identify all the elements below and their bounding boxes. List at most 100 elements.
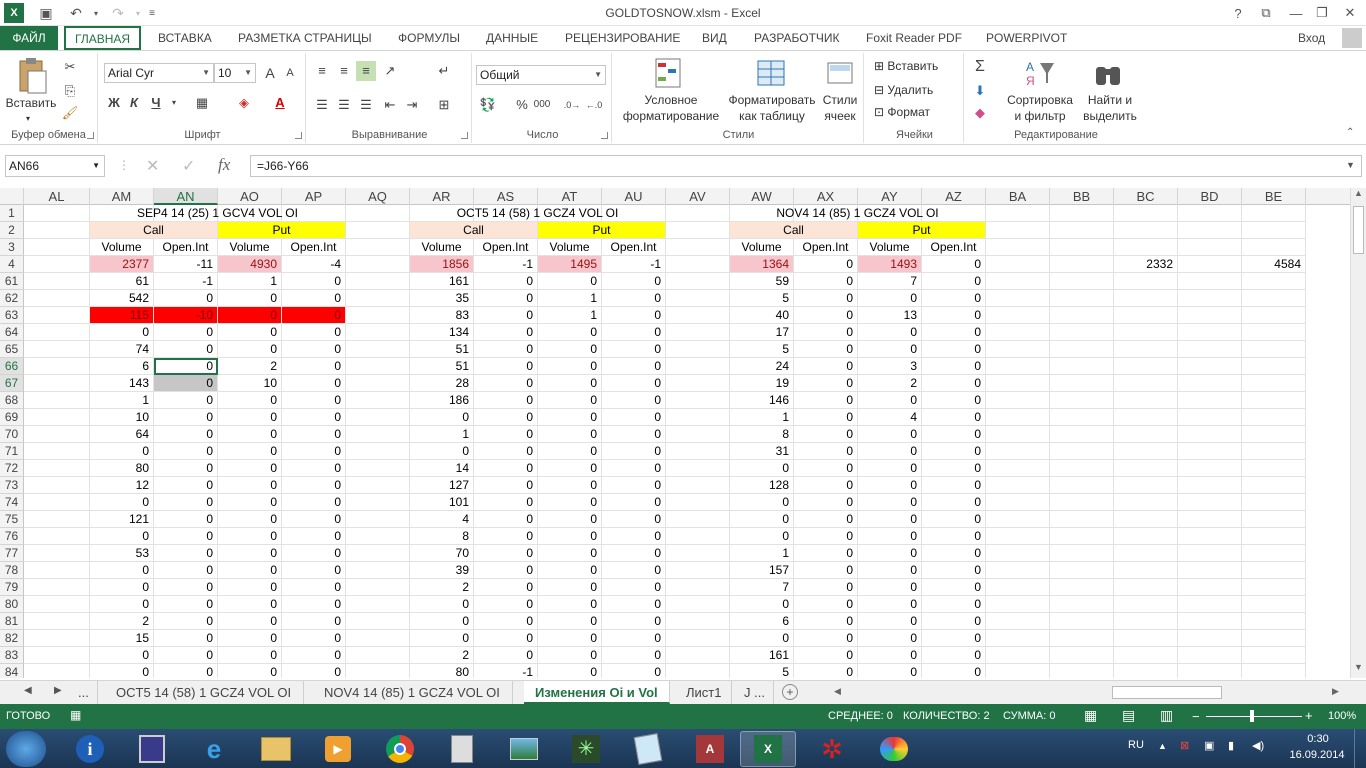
cell[interactable] — [1114, 392, 1178, 409]
row-header[interactable]: 66 — [0, 358, 24, 375]
data-cell[interactable]: 0 — [794, 358, 858, 375]
data-cell[interactable]: 0 — [794, 460, 858, 477]
cell[interactable] — [1178, 579, 1242, 596]
cell[interactable] — [986, 409, 1050, 426]
column-subheader[interactable]: Open.Int — [794, 239, 858, 256]
data-cell[interactable]: 0 — [922, 613, 986, 630]
cell[interactable] — [1242, 239, 1306, 256]
data-cell[interactable]: 0 — [602, 375, 666, 392]
cell[interactable] — [24, 545, 90, 562]
data-cell[interactable]: 121 — [90, 511, 154, 528]
data-cell[interactable]: 0 — [858, 545, 922, 562]
data-cell[interactable]: 0 — [794, 290, 858, 307]
data-cell[interactable]: 542 — [90, 290, 154, 307]
data-cell[interactable]: 0 — [218, 443, 282, 460]
data-cell[interactable]: 0 — [922, 341, 986, 358]
data-cell[interactable]: 0 — [538, 664, 602, 678]
data-cell[interactable]: 0 — [282, 392, 346, 409]
cell[interactable] — [24, 409, 90, 426]
data-cell[interactable]: 0 — [794, 494, 858, 511]
data-cell[interactable]: 31 — [730, 443, 794, 460]
format-cells-button[interactable]: ⊡ Формат — [874, 105, 930, 120]
sheet-tab-more-right[interactable]: J ... — [736, 681, 774, 704]
column-header-bc[interactable]: BC — [1114, 188, 1178, 205]
cell[interactable] — [1114, 273, 1178, 290]
cell[interactable] — [1178, 664, 1242, 678]
data-cell[interactable]: 0 — [538, 409, 602, 426]
cell[interactable] — [1114, 341, 1178, 358]
cell[interactable] — [666, 545, 730, 562]
active-cell[interactable]: 0 — [154, 358, 218, 375]
zoom-out-icon[interactable]: − — [1192, 709, 1200, 724]
alignment-launcher-icon[interactable] — [461, 132, 468, 139]
data-cell[interactable]: 115 — [90, 307, 154, 324]
data-cell[interactable]: 0 — [922, 494, 986, 511]
show-desktop-button[interactable] — [1354, 729, 1366, 768]
data-cell[interactable]: 6 — [730, 613, 794, 630]
minimize-icon[interactable]: — — [1284, 3, 1308, 23]
tab-developer[interactable]: РАЗРАБОТЧИК — [744, 26, 850, 50]
data-cell[interactable]: 0 — [282, 307, 346, 324]
cell[interactable] — [1050, 528, 1114, 545]
data-cell[interactable]: 0 — [282, 596, 346, 613]
data-cell[interactable]: 0 — [794, 341, 858, 358]
data-cell[interactable]: 0 — [474, 579, 538, 596]
data-cell[interactable]: 0 — [858, 647, 922, 664]
data-cell[interactable]: 0 — [474, 358, 538, 375]
cell[interactable] — [666, 494, 730, 511]
cell[interactable] — [1050, 562, 1114, 579]
data-cell[interactable]: 0 — [602, 392, 666, 409]
data-cell[interactable]: 0 — [282, 273, 346, 290]
data-cell[interactable]: 0 — [218, 664, 282, 678]
cell[interactable] — [1114, 307, 1178, 324]
data-cell[interactable]: 0 — [282, 613, 346, 630]
data-cell[interactable]: 0 — [858, 426, 922, 443]
data-cell[interactable]: 59 — [730, 273, 794, 290]
data-cell[interactable]: 0 — [154, 545, 218, 562]
data-cell[interactable]: 0 — [602, 647, 666, 664]
data-cell[interactable]: 0 — [218, 511, 282, 528]
cell[interactable] — [1050, 426, 1114, 443]
column-header-be[interactable]: BE — [1242, 188, 1306, 205]
data-cell[interactable]: 0 — [282, 477, 346, 494]
data-cell[interactable]: 0 — [282, 358, 346, 375]
cell[interactable] — [24, 596, 90, 613]
data-cell[interactable]: 0 — [794, 409, 858, 426]
data-cell[interactable]: 0 — [218, 494, 282, 511]
conditional-formatting-icon[interactable] — [654, 57, 684, 89]
data-cell[interactable]: 0 — [602, 273, 666, 290]
borders-icon[interactable]: ▦ — [192, 93, 212, 113]
data-cell[interactable]: 0 — [538, 358, 602, 375]
cell[interactable] — [346, 273, 410, 290]
total-cell[interactable]: -1 — [474, 256, 538, 273]
row-header[interactable]: 77 — [0, 545, 24, 562]
paste-icon[interactable] — [14, 57, 48, 97]
group-title[interactable]: SEP4 14 (25) 1 GCV4 VOL OI — [90, 205, 346, 222]
cell[interactable] — [346, 222, 410, 239]
format-as-table-icon[interactable] — [756, 57, 786, 89]
cell[interactable] — [24, 477, 90, 494]
data-cell[interactable]: 0 — [282, 290, 346, 307]
data-cell[interactable]: 0 — [730, 460, 794, 477]
cell[interactable] — [1178, 256, 1242, 273]
clear-icon[interactable]: ◆ — [970, 103, 990, 123]
cell[interactable] — [24, 239, 90, 256]
cell[interactable] — [1178, 307, 1242, 324]
cell[interactable] — [666, 477, 730, 494]
cell[interactable] — [986, 647, 1050, 664]
data-cell[interactable]: 0 — [922, 409, 986, 426]
data-cell[interactable]: 8 — [410, 528, 474, 545]
expand-formula-icon[interactable]: ▼ — [1346, 160, 1355, 170]
total-cell[interactable]: 4584 — [1242, 256, 1306, 273]
data-cell[interactable]: 0 — [538, 273, 602, 290]
data-cell[interactable]: -1 — [154, 273, 218, 290]
page-break-view-icon[interactable]: ▥ — [1160, 707, 1173, 724]
data-cell[interactable]: 0 — [602, 341, 666, 358]
increase-font-icon[interactable]: A — [260, 63, 280, 83]
cell[interactable] — [24, 494, 90, 511]
row-header[interactable]: 61 — [0, 273, 24, 290]
data-cell[interactable]: 4 — [858, 409, 922, 426]
insert-cells-button[interactable]: ⊞ Вставить — [874, 59, 938, 74]
group-title[interactable]: OCT5 14 (58) 1 GCZ4 VOL OI — [410, 205, 666, 222]
data-cell[interactable]: 0 — [90, 562, 154, 579]
